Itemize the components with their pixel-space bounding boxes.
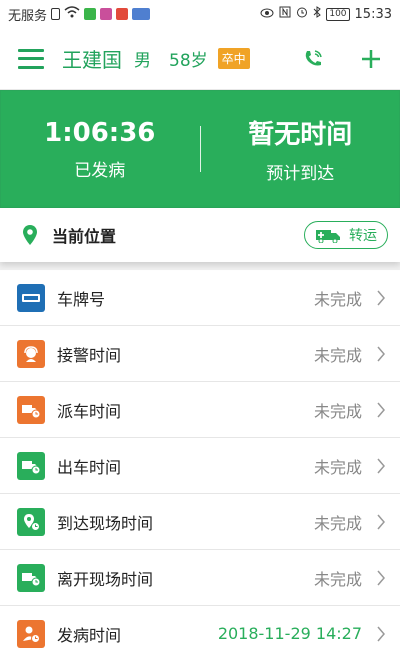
- chevron-right-icon: [377, 458, 385, 473]
- clock-text: 15:33: [354, 6, 392, 22]
- row-status: 未完成: [313, 345, 362, 365]
- license-plate-icon: [17, 283, 45, 312]
- app-notification-icon: [84, 8, 97, 20]
- elapsed-time: 1:06:36: [44, 117, 156, 148]
- carrier-text: 无服务: [8, 8, 48, 24]
- wifi-icon: [64, 6, 80, 22]
- row-value: 2018-11-29 14:27: [217, 624, 362, 643]
- current-location-label: 当前位置: [52, 227, 117, 246]
- diagnosis-tag: 卒中: [217, 48, 250, 69]
- patient-age: 58岁: [169, 51, 208, 71]
- nfc-icon: [279, 6, 291, 22]
- app-notification-icon: [116, 8, 129, 20]
- row-label: 出车时间: [57, 457, 122, 477]
- chevron-right-icon: [377, 346, 385, 361]
- ambulance-clock-icon: [17, 451, 45, 480]
- timing-banner: 1:06:36 已发病 暂无时间 预计到达: [0, 90, 400, 208]
- patient-header: 王建国 男 58岁 卒中: [0, 28, 400, 90]
- chevron-right-icon: [377, 290, 385, 305]
- row-status: 未完成: [313, 289, 362, 309]
- list-item-license-plate[interactable]: 车牌号 未完成: [0, 270, 400, 326]
- location-clock-icon: [17, 507, 45, 536]
- list-item-alarm-time[interactable]: 接警时间 未完成: [0, 326, 400, 382]
- location-pin-icon: [23, 225, 37, 245]
- row-status: 未完成: [313, 513, 362, 533]
- bluetooth-icon: [313, 6, 322, 22]
- ambulance-clock-icon: [17, 563, 45, 592]
- add-button[interactable]: [356, 44, 386, 74]
- list-item-leave-scene-time[interactable]: 离开现场时间 未完成: [0, 550, 400, 606]
- operator-headset-icon: [17, 339, 45, 368]
- app-notification-icon: [132, 8, 151, 20]
- alarm-icon: [296, 6, 308, 22]
- row-label: 到达现场时间: [57, 513, 154, 533]
- transfer-button[interactable]: 转运: [304, 221, 388, 249]
- ambulance-clock-icon: [17, 395, 45, 424]
- phone-call-button[interactable]: [298, 44, 328, 74]
- phone-icon: [305, 49, 322, 65]
- transfer-button-label: 转运: [349, 228, 377, 244]
- sim-icon: [51, 8, 61, 20]
- menu-icon[interactable]: [18, 48, 44, 69]
- row-label: 离开现场时间: [57, 569, 154, 589]
- list-item-arrival-scene-time[interactable]: 到达现场时间 未完成: [0, 494, 400, 550]
- plus-icon: [362, 49, 380, 68]
- row-label: 车牌号: [57, 289, 106, 309]
- list-item-departure-time[interactable]: 出车时间 未完成: [0, 438, 400, 494]
- current-location-bar: 当前位置 转运: [0, 208, 400, 262]
- ambulance-icon: [316, 230, 340, 243]
- timeline-list: 车牌号 未完成 接警时间 未完成 派车时间 未完成 出车时间 未完成 到达现场时…: [0, 270, 400, 661]
- list-item-onset-time[interactable]: 发病时间 2018-11-29 14:27: [0, 606, 400, 661]
- eye-icon: [260, 7, 274, 22]
- patient-name: 王建国: [62, 48, 122, 72]
- row-label: 派车时间: [57, 401, 122, 421]
- patient-sex: 男: [134, 51, 151, 71]
- eta-label: 预计到达: [266, 164, 335, 184]
- battery-icon: 100: [326, 7, 350, 21]
- eta-value: 暂无时间: [248, 120, 353, 150]
- row-label: 发病时间: [57, 625, 122, 645]
- row-status: 未完成: [313, 569, 362, 589]
- row-label: 接警时间: [57, 345, 122, 365]
- chevron-right-icon: [377, 514, 385, 529]
- elapsed-label: 已发病: [74, 160, 126, 181]
- elapsed-block: 1:06:36 已发病: [0, 118, 200, 181]
- eta-block: 暂无时间 预计到达: [201, 114, 400, 184]
- chevron-right-icon: [377, 626, 385, 641]
- person-clock-icon: [17, 619, 45, 648]
- row-status: 未完成: [313, 457, 362, 477]
- row-status: 未完成: [313, 401, 362, 421]
- status-bar: 无服务 100 15:33: [0, 0, 400, 28]
- chevron-right-icon: [377, 402, 385, 417]
- app-notification-icon: [100, 8, 113, 20]
- chevron-right-icon: [377, 570, 385, 585]
- list-item-dispatch-time[interactable]: 派车时间 未完成: [0, 382, 400, 438]
